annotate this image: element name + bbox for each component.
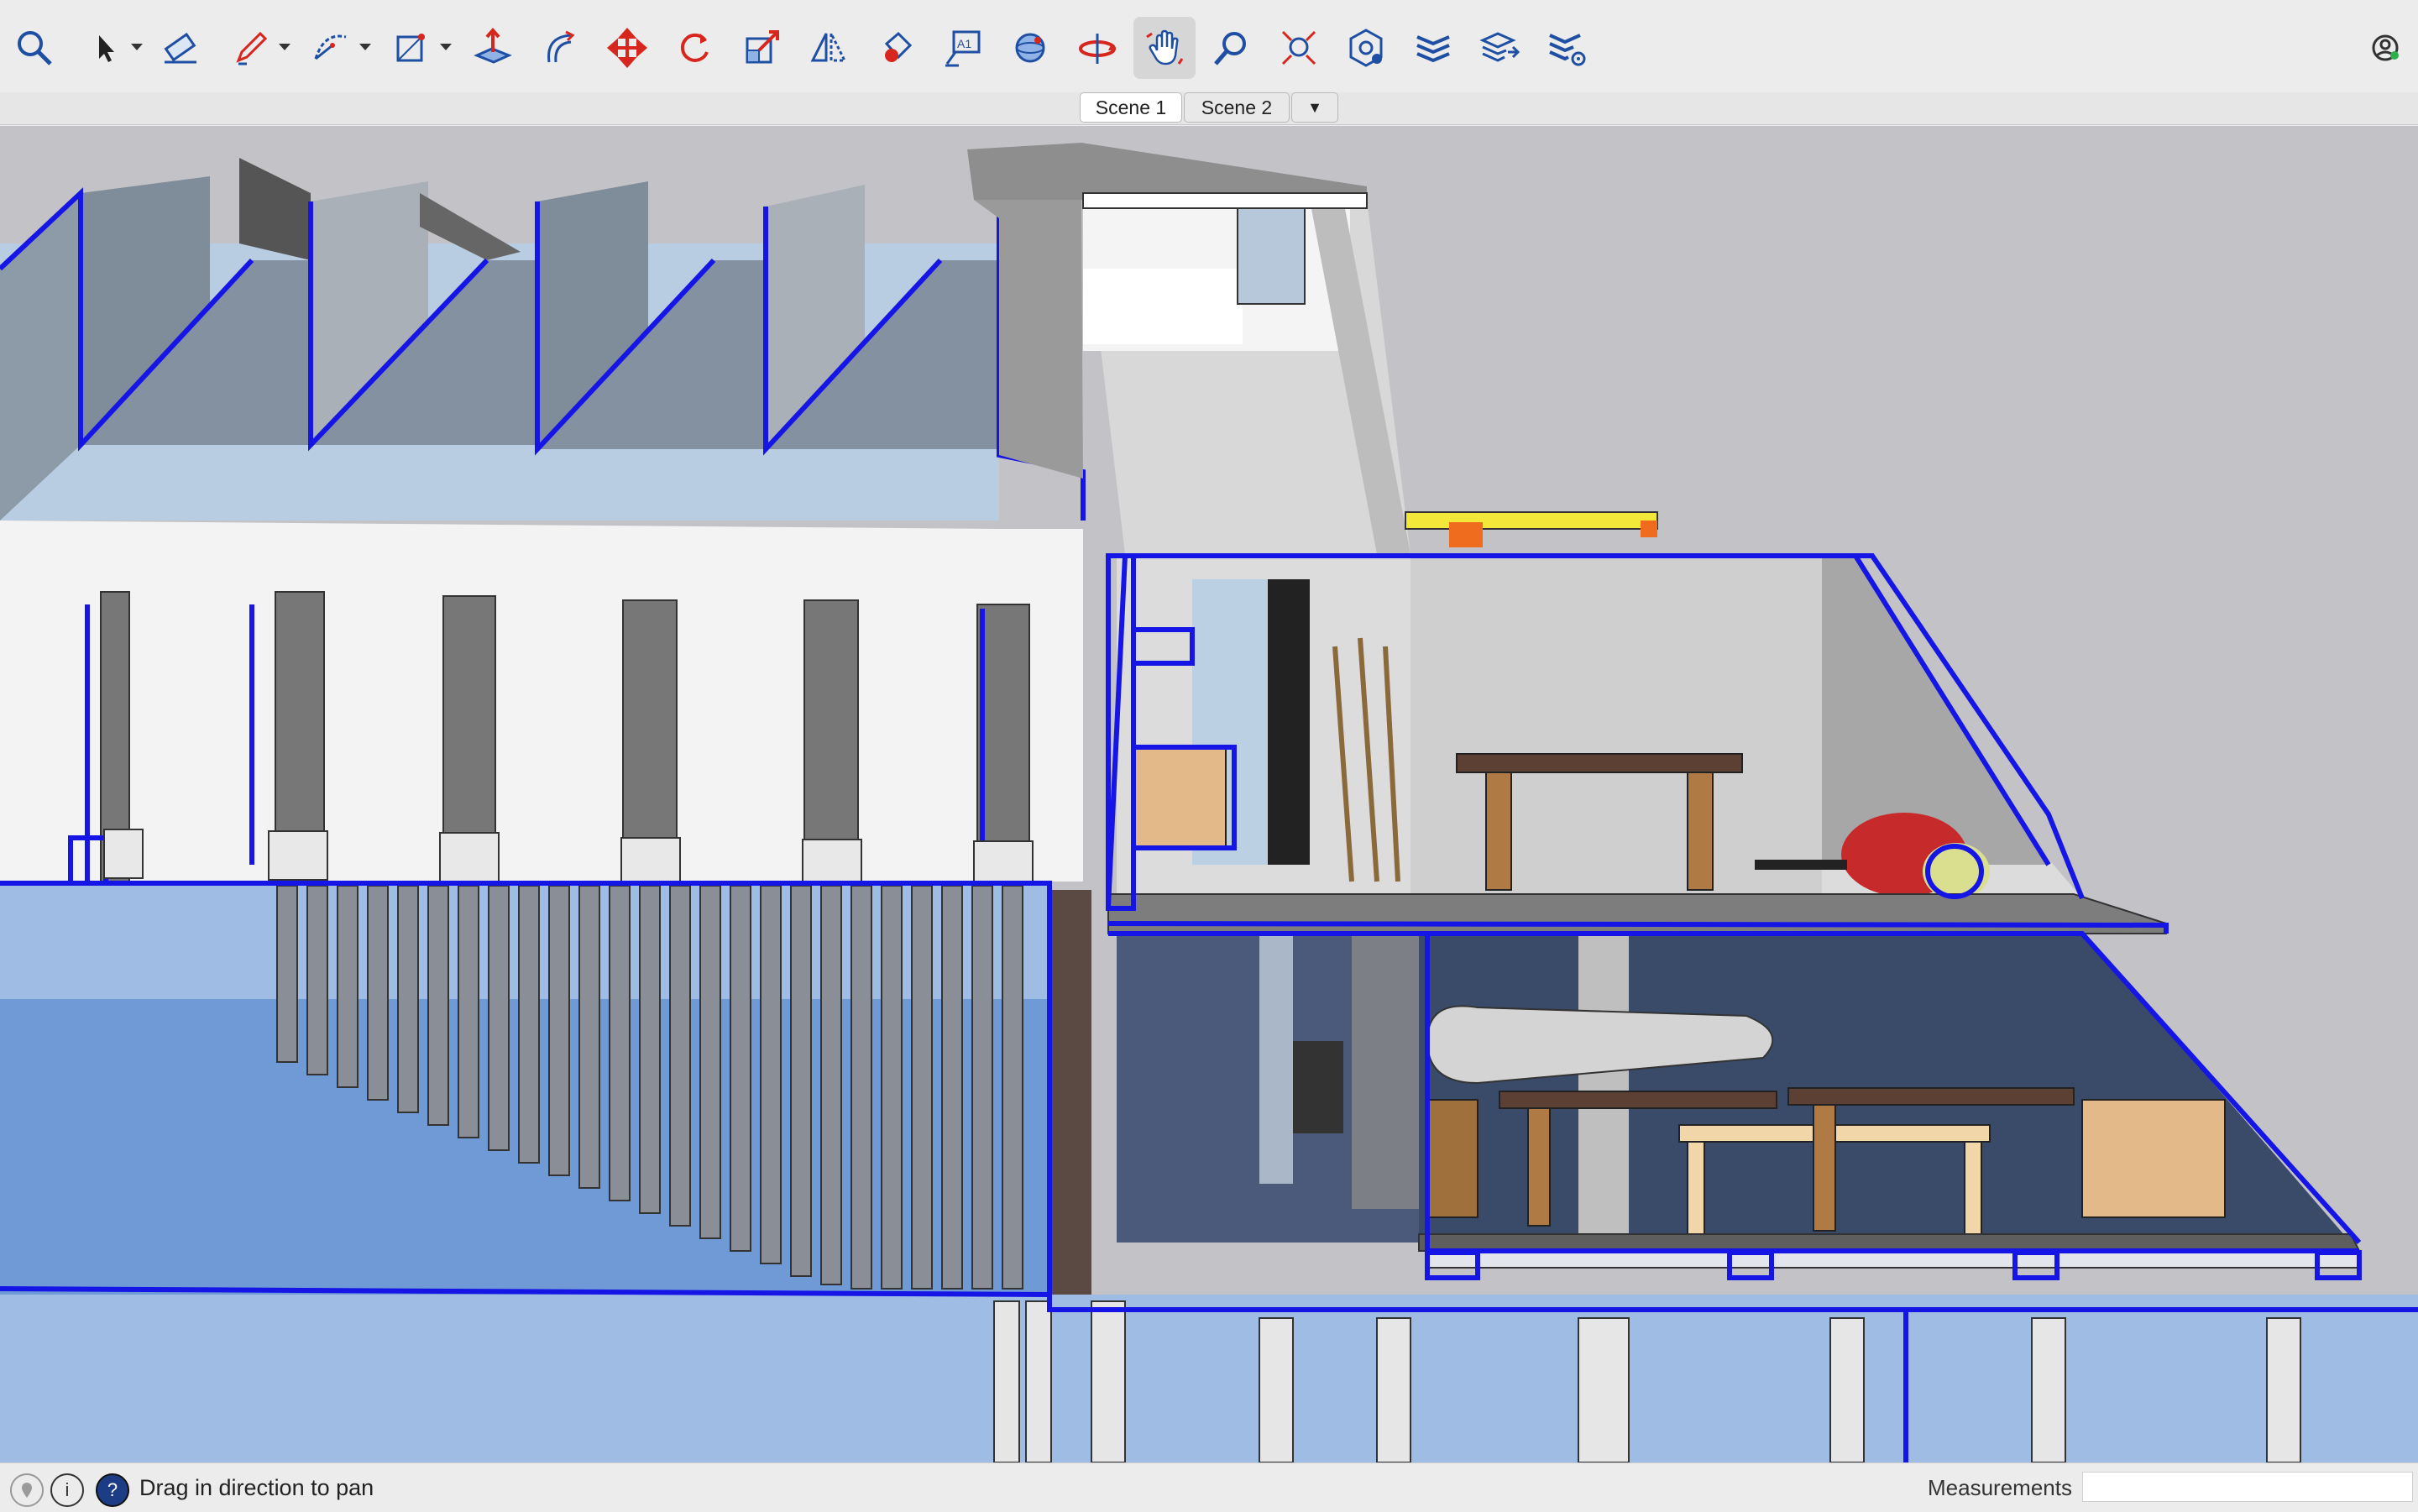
section-plane-icon[interactable] (1335, 17, 1397, 79)
scene-menu-button[interactable]: ▼ (1291, 92, 1338, 123)
model-viewport[interactable] (0, 126, 2418, 1462)
offset-icon[interactable] (529, 17, 591, 79)
move-icon[interactable] (596, 17, 658, 79)
measurements-input[interactable] (2082, 1472, 2413, 1502)
pan-hand-icon[interactable] (1133, 17, 1196, 79)
sphere-icon[interactable] (999, 17, 1061, 79)
geo-location-icon[interactable] (10, 1473, 44, 1507)
layers-export-icon[interactable] (1469, 17, 1531, 79)
search-icon[interactable] (3, 17, 65, 79)
zoom-extents-icon[interactable] (1268, 17, 1330, 79)
scale-icon[interactable] (730, 17, 793, 79)
rectangle-dropdown-caret[interactable] (440, 44, 452, 50)
text-icon[interactable]: A1 (932, 17, 994, 79)
pencil-icon[interactable] (220, 17, 282, 79)
arc-icon[interactable] (299, 17, 361, 79)
layers-icon[interactable] (1402, 17, 1464, 79)
paint-icon[interactable] (865, 17, 927, 79)
status-bar: i ? Drag in direction to pan Measurement… (0, 1462, 2418, 1512)
svg-text:A1: A1 (957, 37, 971, 50)
rotate-icon[interactable] (663, 17, 725, 79)
eraser-icon[interactable] (149, 17, 212, 79)
account-icon[interactable] (2354, 17, 2416, 79)
main-toolbar: A1 (0, 0, 2418, 93)
tab-scene-2[interactable]: Scene 2 (1184, 92, 1290, 123)
status-message: Drag in direction to pan (139, 1475, 374, 1500)
help-glyph: ? (107, 1479, 118, 1500)
orbit-icon[interactable] (1066, 17, 1128, 79)
pencil-dropdown-caret[interactable] (279, 44, 290, 50)
tab-scene-1[interactable]: Scene 1 (1080, 92, 1182, 123)
scene-tabs-bar: Scene 1 Scene 2 ▼ (0, 92, 2418, 125)
info-glyph: i (65, 1479, 70, 1500)
zoom-icon[interactable] (1201, 17, 1263, 79)
arc-dropdown-caret[interactable] (359, 44, 371, 50)
info-icon[interactable]: i (50, 1473, 84, 1507)
flip-icon[interactable] (798, 17, 860, 79)
model-drawing (0, 126, 2418, 1462)
measurements-label: Measurements (1928, 1475, 2072, 1500)
help-icon[interactable]: ? (96, 1473, 129, 1507)
layers-settings-icon[interactable] (1536, 17, 1599, 79)
select-dropdown-caret[interactable] (131, 44, 143, 50)
rectangle-icon[interactable] (379, 17, 442, 79)
push-pull-icon[interactable] (462, 17, 524, 79)
select-icon[interactable] (72, 17, 134, 79)
